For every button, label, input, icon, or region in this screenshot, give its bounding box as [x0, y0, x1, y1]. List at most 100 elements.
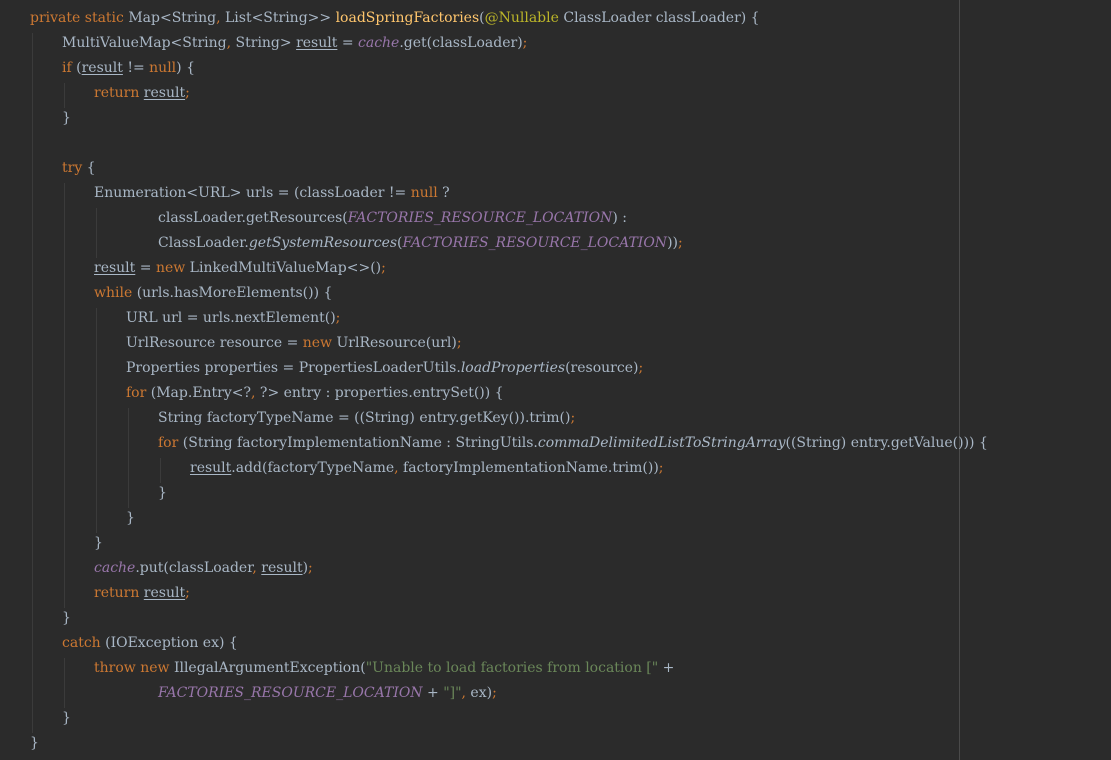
code-token: ;	[638, 360, 644, 376]
code-token: loadSpringFactories	[335, 10, 480, 26]
code-token: ;	[335, 310, 341, 326]
code-token: catch	[62, 635, 101, 651]
code-line[interactable]: catch (IOException ex) {	[62, 633, 238, 658]
indent-guide-line	[160, 458, 161, 483]
code-token: ;	[381, 260, 386, 276]
code-token: Map<String	[123, 10, 217, 26]
code-line[interactable]: }	[158, 483, 167, 508]
code-line[interactable]: Enumeration<URL> urls = (classLoader != …	[94, 183, 450, 208]
code-token: result	[143, 585, 186, 601]
code-token: commaDelimitedListToStringArray	[537, 435, 786, 451]
code-token: }	[62, 610, 71, 626]
indent-guide-line	[96, 208, 97, 258]
code-token: new	[155, 260, 186, 276]
code-token: for	[126, 385, 147, 401]
code-token: (	[71, 60, 82, 76]
code-token: =	[337, 35, 359, 51]
code-token: Properties properties = PropertiesLoader…	[126, 360, 461, 376]
code-line[interactable]: }	[62, 608, 71, 633]
code-token: new	[302, 335, 333, 351]
code-token: +	[422, 685, 444, 701]
code-token: }	[126, 510, 135, 526]
code-editor[interactable]: private static Map<String, List<String>>…	[0, 0, 1111, 760]
code-token: for	[158, 435, 179, 451]
code-token: String>	[231, 35, 297, 51]
indent-guide-line	[64, 658, 65, 708]
code-line[interactable]: ClassLoader.getSystemResources(FACTORIES…	[158, 233, 683, 258]
code-line[interactable]: UrlResource resource = new UrlResource(u…	[126, 333, 462, 358]
code-line[interactable]: return result;	[94, 583, 190, 608]
code-line[interactable]: return result;	[94, 83, 190, 108]
code-line[interactable]: }	[94, 533, 103, 558]
code-line[interactable]: }	[62, 108, 71, 133]
code-line[interactable]: for (String factoryImplementationName : …	[158, 433, 988, 458]
code-line[interactable]: for (Map.Entry<?, ?> entry : properties.…	[126, 383, 504, 408]
code-token: ))	[667, 235, 678, 251]
code-token: return	[94, 585, 140, 601]
code-line[interactable]: }	[62, 708, 71, 733]
code-token: }	[62, 710, 71, 726]
code-token: ) {	[176, 60, 195, 76]
code-token: @Nullable	[484, 10, 559, 26]
code-token: LinkedMultiValueMap<>()	[185, 260, 382, 276]
code-token: Enumeration<URL> urls = (classLoader !=	[94, 185, 411, 201]
code-line[interactable]: if (result != null) {	[62, 58, 195, 83]
code-line[interactable]: classLoader.getResources(FACTORIES_RESOU…	[158, 208, 627, 233]
code-token: if	[62, 60, 72, 76]
indent-guide-line	[96, 308, 97, 533]
code-token: ;	[492, 685, 497, 701]
code-line[interactable]: private static Map<String, List<String>>…	[30, 8, 760, 33]
code-line[interactable]: }	[126, 508, 135, 533]
code-token: "]"	[443, 685, 462, 701]
code-token: FACTORIES_RESOURCE_LOCATION	[347, 210, 613, 226]
code-line[interactable]: while (urls.hasMoreElements()) {	[94, 283, 332, 308]
code-token: new	[140, 660, 170, 676]
code-line[interactable]: throw new IllegalArgumentException("Unab…	[94, 658, 674, 683]
code-token: "Unable to load factories from location …	[365, 660, 659, 676]
code-token: .get(classLoader)	[399, 35, 523, 51]
code-token: (urls.hasMoreElements()) {	[132, 285, 333, 301]
code-token: ClassLoader classLoader) {	[558, 10, 760, 26]
code-token: result	[81, 60, 123, 76]
code-line[interactable]: try {	[62, 158, 96, 183]
code-token: while	[94, 285, 133, 301]
code-token: return	[94, 85, 140, 101]
code-token: UrlResource(url)	[332, 335, 457, 351]
code-token: =	[135, 260, 156, 276]
code-token: ) :	[612, 210, 627, 226]
code-token: ;	[678, 235, 683, 251]
code-line[interactable]: MultiValueMap<String, String> result = c…	[62, 33, 527, 58]
code-line[interactable]: result.add(factoryTypeName, factoryImple…	[190, 458, 664, 483]
code-token: ?	[437, 185, 450, 201]
code-line[interactable]: FACTORIES_RESOURCE_LOCATION + "]", ex);	[158, 683, 497, 708]
code-line[interactable]: URL url = urls.nextElement();	[126, 308, 340, 333]
indent-guide-line	[32, 33, 33, 733]
code-token: List<String>>	[220, 10, 336, 26]
code-token: result	[296, 35, 338, 51]
code-token: }	[94, 535, 103, 551]
code-token: FACTORIES_RESOURCE_LOCATION	[402, 235, 668, 251]
code-token: .put(classLoader	[135, 560, 253, 576]
code-token: classLoader.getResources(	[158, 210, 348, 226]
code-token: null	[410, 185, 438, 201]
code-token: loadProperties	[460, 360, 566, 376]
code-token: null	[149, 60, 177, 76]
code-line[interactable]: Properties properties = PropertiesLoader…	[126, 358, 643, 383]
code-token: ?> entry : properties.entrySet()) {	[255, 385, 504, 401]
code-line[interactable]: }	[30, 733, 39, 758]
code-line[interactable]: String factoryTypeName = ((String) entry…	[158, 408, 575, 433]
right-margin-guide	[959, 0, 960, 760]
indent-guide-line	[64, 183, 65, 608]
code-token: (resource)	[565, 360, 639, 376]
code-token: ex)	[465, 685, 493, 701]
code-token: ;	[185, 585, 190, 601]
code-line[interactable]: cache.put(classLoader, result);	[94, 558, 313, 583]
code-token: ;	[456, 335, 462, 351]
code-line[interactable]: result = new LinkedMultiValueMap<>();	[94, 258, 386, 283]
code-token: throw	[94, 660, 136, 676]
code-token: !=	[122, 60, 150, 76]
code-token: FACTORIES_RESOURCE_LOCATION	[158, 685, 423, 701]
code-token: ((String) entry.getValue())) {	[785, 435, 988, 451]
code-token: ;	[570, 410, 576, 426]
code-token: result	[261, 560, 303, 576]
